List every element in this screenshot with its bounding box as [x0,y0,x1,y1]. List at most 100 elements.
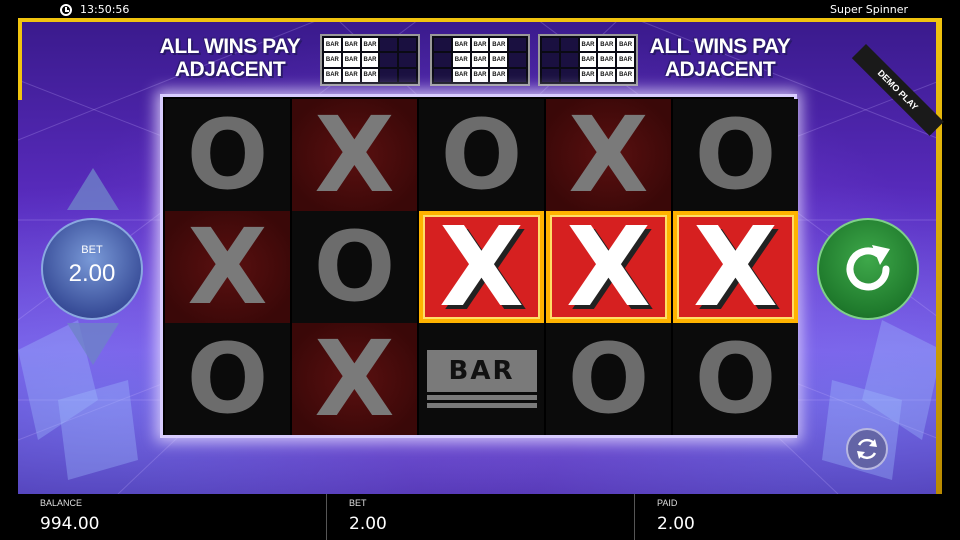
mini-reel-cell: BAR [579,53,597,67]
mini-reel-cell: BAR [342,68,360,82]
mini-reel-cell [380,68,398,82]
mini-reel-cell [560,53,578,67]
reel-cell: X [419,211,544,323]
triangle-up-icon[interactable] [67,168,119,210]
mini-reel-cell [399,53,416,67]
mini-reel-cell [542,68,559,82]
x-symbol: X [314,99,395,211]
reel-cell: X [292,323,417,435]
paid-panel: PAID 2.00 [634,494,942,540]
mini-reel-cell: BAR [617,53,634,67]
mini-reel-cell [380,53,398,67]
frame-right [936,20,942,494]
mini-reel-right: BAR BAR BAR BAR BAR BAR BAR BAR BAR [538,34,638,86]
mini-reel-cell: BAR [579,68,597,82]
reel-window: O X O X O X O X X X O X BAR O O [160,94,798,438]
o-symbol: O [186,99,269,211]
mini-reel-cell [560,38,578,52]
o-symbol: O [186,323,269,435]
o-symbol: O [440,99,523,211]
reel-cell: BAR [419,323,544,435]
bet-selector[interactable]: BET 2.00 [41,218,143,320]
balance-value: 994.00 [40,514,100,534]
mini-reel-cell [399,68,416,82]
mini-reel-cell [509,38,526,52]
mini-reel-cell: BAR [452,68,470,82]
balance-panel: BALANCE 994.00 [18,494,326,540]
reel-cell: O [673,99,798,211]
clock-icon [60,4,72,16]
mini-reel-cell: BAR [490,53,508,67]
mini-reel-cell: BAR [598,68,616,82]
mini-reel-cell: BAR [617,68,634,82]
reel-grid: O X O X O X O X X X O X BAR O O [165,99,798,435]
frame-left [18,20,22,100]
spin-button[interactable] [817,218,919,320]
bet-value: 2.00 [349,514,387,534]
mini-reel-left: BAR BAR BAR BAR BAR BAR BAR BAR BAR [320,34,420,86]
mini-reel-cell: BAR [617,38,634,52]
game-screen: 13:50:56 Super Spinner DEMO PLAY ALL WIN… [0,0,960,540]
mini-reel-cell: BAR [452,38,470,52]
mini-reel-cell: BAR [490,38,508,52]
o-symbol: O [313,211,396,323]
mini-reel-cell: BAR [342,53,360,67]
mini-reel-center: BAR BAR BAR BAR BAR BAR BAR BAR BAR [430,34,530,86]
mini-reel-cell: BAR [471,38,489,52]
banner-line2: ADJACENT [174,58,286,81]
mini-reel-cell: BAR [324,38,341,52]
x-symbol: X [314,323,395,435]
mini-reel-cell: BAR [361,53,379,67]
bar-stripe [426,403,537,408]
banner-line1: ALL WINS PAY [159,35,301,58]
frame-top [18,18,942,22]
mini-reel-cell: BAR [598,53,616,67]
banner-line2: ADJACENT [664,58,776,81]
mini-reel-cell: BAR [452,53,470,67]
mini-reel-cell [509,68,526,82]
x-symbol: X [187,211,268,323]
reel-cell: O [165,99,290,211]
mini-reel-cell: BAR [598,38,616,52]
mini-reel-cell: BAR [324,53,341,67]
mini-reel-cell: BAR [579,38,597,52]
clock-time: 13:50:56 [80,3,130,16]
reel-cell: O [673,323,798,435]
x-symbol: X [439,211,524,323]
x-symbol: X [566,211,651,323]
bet-value: 2.00 [68,260,116,287]
bar-symbol: BAR [426,339,537,419]
mini-reel-cell [509,53,526,67]
mini-reel-cell [542,53,559,67]
bet-caption: BET [81,244,103,256]
reel-cell: X [546,99,671,211]
mini-reel-cell [434,38,451,52]
all-wins-pay-left: ALL WINS PAY ADJACENT [155,35,305,81]
bottom-bar: BALANCE 994.00 BET 2.00 PAID 2.00 [18,494,942,540]
spin-arrow-icon [846,245,890,291]
reel-cell: X [165,211,290,323]
paid-value: 2.00 [657,514,695,534]
o-symbol: O [694,323,777,435]
o-symbol: O [567,323,650,435]
reel-cell: O [292,211,417,323]
triangle-down-icon[interactable] [67,323,119,365]
reel-cell: O [165,323,290,435]
mini-reel-cell [434,53,451,67]
mini-reel-cell: BAR [361,38,379,52]
paid-caption: PAID [657,498,678,508]
bet-caption: BET [349,498,367,508]
game-title: Super Spinner [830,3,908,16]
mini-reel-cell: BAR [324,68,341,82]
mini-reel-cell [434,68,451,82]
mini-reel-cell [380,38,398,52]
reel-cell: X [673,211,798,323]
mini-reel-cell [560,68,578,82]
status-bar: 13:50:56 Super Spinner [0,0,960,20]
mini-reel-cell: BAR [361,68,379,82]
banner-line1: ALL WINS PAY [649,35,791,58]
autoplay-icon [857,438,877,460]
autoplay-button[interactable] [846,428,888,470]
o-symbol: O [694,99,777,211]
reel-cell: O [419,99,544,211]
